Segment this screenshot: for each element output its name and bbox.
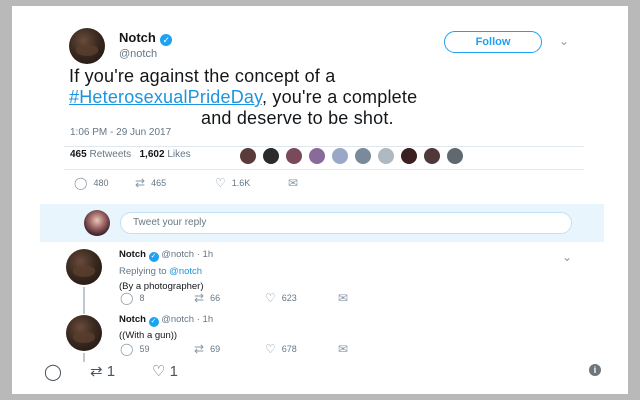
like-action[interactable]: ♡ 678 [265, 343, 297, 355]
liker-avatar[interactable] [447, 148, 463, 164]
likers-avatars [240, 148, 480, 164]
censored-area [69, 108, 201, 126]
reply-text: ((With a gun)) [119, 330, 178, 341]
reply-icon: ◯ [74, 176, 88, 190]
bottom-like-count: 1 [169, 363, 178, 380]
liker-avatar[interactable] [240, 148, 256, 164]
like-icon: ♡ [152, 363, 166, 380]
reply-icon: ◯ [44, 364, 62, 381]
reply-count: 8 [139, 293, 145, 303]
retweet-icon: ⇄ [194, 342, 205, 356]
tweet-text-line-1: If you're against the concept of a [69, 66, 336, 86]
bottom-retweet-count: 1 [106, 363, 116, 380]
retweet-icon: ⇄ [135, 176, 146, 190]
liker-avatar[interactable] [309, 148, 325, 164]
message-action[interactable]: ✉ [338, 292, 348, 304]
replying-to-label: Replying to [119, 266, 167, 277]
like-action[interactable]: ♡ 1.6K [215, 177, 250, 189]
retweet-icon: ⇄ [90, 363, 103, 380]
liker-avatar[interactable] [401, 148, 417, 164]
message-icon: ✉ [288, 176, 299, 190]
message-action[interactable]: ✉ [288, 177, 298, 189]
retweets-stat[interactable]: 465 Retweets [70, 149, 131, 160]
divider [64, 169, 584, 170]
reply-author-handle[interactable]: @notch [161, 249, 194, 260]
like-count: 623 [281, 293, 297, 303]
message-icon: ✉ [338, 291, 349, 305]
bottom-reply-action[interactable]: ◯ [44, 362, 62, 382]
message-icon: ✉ [338, 342, 349, 356]
reply-count: 59 [139, 344, 150, 354]
verified-icon: ✓ [148, 317, 159, 327]
reply-composer-bar: Tweet your reply [40, 204, 604, 242]
tweet-text-line-2-rest: , you're a complete [261, 87, 418, 107]
reply-2: Notch ✓ @notch · 1h ((With a gun)) [119, 314, 213, 341]
reply-count: 480 [93, 178, 109, 188]
retweet-action[interactable]: ⇄ 66 [194, 292, 220, 304]
chevron-down-icon[interactable]: ⌄ [559, 34, 569, 48]
replying-to-link[interactable]: @notch [169, 266, 202, 277]
verified-icon: ✓ [160, 34, 173, 46]
like-icon: ♡ [215, 176, 226, 190]
reply-time[interactable]: · 1h [197, 314, 213, 325]
retweet-count: 69 [210, 344, 221, 354]
message-action[interactable]: ✉ [338, 343, 348, 355]
tweet-screenshot-frame: Notch ✓ @notch Follow ⌄ If you're agains… [12, 6, 628, 394]
tweet-timestamp[interactable]: 1:06 PM - 29 Jun 2017 [70, 127, 171, 138]
reply-action[interactable]: ◯ 59 [120, 343, 149, 355]
reply-time[interactable]: · 1h [197, 249, 213, 260]
liker-avatar[interactable] [355, 148, 371, 164]
author-info[interactable]: Notch ✓ @notch [119, 29, 173, 60]
like-icon: ♡ [265, 342, 276, 356]
reply-author-avatar[interactable] [66, 249, 102, 285]
tweet-text: If you're against the concept of a #Hete… [69, 66, 589, 129]
verified-icon: ✓ [148, 252, 159, 262]
like-count: 1.6K [231, 178, 251, 188]
retweet-count: 465 [151, 178, 167, 188]
liker-avatar[interactable] [286, 148, 302, 164]
liker-avatar[interactable] [378, 148, 394, 164]
likes-stat[interactable]: 1,602 Likes [140, 149, 191, 160]
bottom-like-action[interactable]: ♡ 1 [152, 362, 178, 380]
reply-action[interactable]: ◯ 8 [120, 292, 144, 304]
retweet-action[interactable]: ⇄ 465 [135, 177, 166, 189]
retweet-count: 66 [210, 293, 221, 303]
reply-action[interactable]: ◯ 480 [74, 177, 108, 189]
reply-author-avatar[interactable] [66, 315, 102, 351]
info-icon[interactable]: i [589, 364, 601, 376]
liker-avatar[interactable] [332, 148, 348, 164]
tweet-stats: 465 Retweets 1,602 Likes [70, 149, 191, 160]
thread-line [83, 287, 85, 314]
like-count: 678 [281, 344, 297, 354]
liker-avatar[interactable] [263, 148, 279, 164]
author-avatar[interactable] [69, 28, 105, 64]
author-name[interactable]: Notch [119, 30, 156, 45]
divider [64, 146, 584, 147]
reply-input[interactable]: Tweet your reply [120, 212, 572, 234]
reply-1: Notch ✓ @notch · 1h Replying to @notch (… [119, 249, 213, 292]
follow-button[interactable]: Follow [444, 31, 542, 53]
reply-icon: ◯ [120, 342, 134, 356]
reply-author-handle[interactable]: @notch [161, 314, 194, 325]
tweet-text-line-2: #HeterosexualPrideDay, you're a complete [69, 87, 589, 108]
reply-icon: ◯ [120, 291, 134, 305]
reply-author-name[interactable]: Notch [119, 249, 146, 260]
liker-avatar[interactable] [424, 148, 440, 164]
bottom-retweet-action[interactable]: ⇄ 1 [90, 362, 115, 380]
tweet-text-line-3-rest: and deserve to be shot. [201, 108, 394, 128]
current-user-avatar[interactable] [84, 210, 110, 236]
reply-author-name[interactable]: Notch [119, 314, 146, 325]
like-icon: ♡ [265, 291, 276, 305]
tweet-text-line-3: and deserve to be shot. [69, 108, 589, 129]
hashtag-link[interactable]: #HeterosexualPrideDay [69, 87, 262, 107]
chevron-down-icon[interactable]: ⌄ [562, 250, 572, 264]
author-handle[interactable]: @notch [119, 48, 172, 60]
thread-line [83, 353, 85, 362]
retweet-icon: ⇄ [194, 291, 205, 305]
like-action[interactable]: ♡ 623 [265, 292, 297, 304]
retweet-action[interactable]: ⇄ 69 [194, 343, 220, 355]
